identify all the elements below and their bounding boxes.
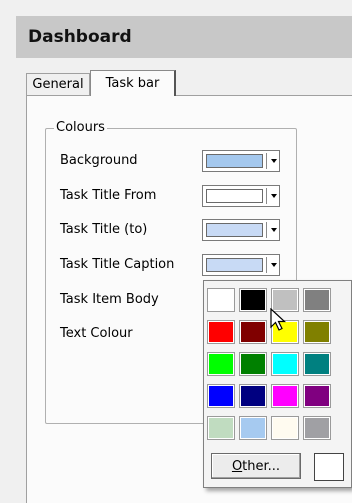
mouse-pointer-icon (270, 308, 287, 331)
palette-colour-cell[interactable] (239, 384, 267, 408)
tab-general[interactable]: General (26, 73, 90, 95)
combo-separator (266, 222, 267, 238)
colour-swatch (206, 258, 263, 272)
colour-swatch (206, 189, 263, 203)
dropdown-arrow-icon[interactable] (269, 188, 279, 204)
palette-colour-cell[interactable] (271, 384, 299, 408)
colour-combo[interactable] (202, 150, 280, 172)
colour-swatch (206, 154, 263, 168)
palette-colour-cell[interactable] (239, 320, 267, 344)
palette-colour-cell[interactable] (207, 352, 235, 376)
colour-swatch (206, 223, 263, 237)
other-colour-button[interactable]: Other... (211, 453, 301, 479)
other-button-accelerator: O (231, 458, 243, 474)
combo-separator (266, 188, 267, 204)
dropdown-arrow-icon[interactable] (269, 222, 279, 238)
colour-row-label: Text Colour (60, 326, 133, 341)
tab-strip: General Task bar (26, 70, 346, 96)
colours-group-title: Colours (54, 120, 107, 135)
colour-row-label: Task Title (to) (60, 222, 148, 237)
palette-colour-cell[interactable] (271, 352, 299, 376)
colour-combo[interactable] (202, 254, 280, 276)
tab-task-bar-label: Task bar (105, 76, 160, 91)
dropdown-arrow-icon[interactable] (269, 257, 279, 273)
combo-separator (266, 257, 267, 273)
combo-separator (266, 153, 267, 169)
colour-row-label: Task Item Body (60, 292, 159, 307)
palette-colour-cell[interactable] (303, 384, 331, 408)
palette-colour-cell[interactable] (271, 416, 299, 440)
palette-colour-cell[interactable] (207, 416, 235, 440)
palette-colour-cell[interactable] (303, 352, 331, 376)
palette-colour-cell[interactable] (239, 416, 267, 440)
palette-colour-cell[interactable] (207, 288, 235, 312)
palette-colour-cell[interactable] (207, 384, 235, 408)
colour-row-label: Task Title From (60, 188, 157, 203)
custom-colour-preview (314, 453, 344, 481)
tab-task-bar[interactable]: Task bar (90, 70, 176, 96)
colour-row-label: Task Title Caption (60, 257, 175, 272)
palette-colour-cell[interactable] (239, 352, 267, 376)
palette-colour-cell[interactable] (303, 288, 331, 312)
colour-combo[interactable] (202, 219, 280, 241)
palette-colour-cell[interactable] (303, 320, 331, 344)
palette-colour-cell[interactable] (239, 288, 267, 312)
colour-combo[interactable] (202, 185, 280, 207)
dashboard-title: Dashboard (28, 27, 132, 47)
settings-panel: General Task bar Colours Background Task … (16, 58, 352, 503)
palette-colour-cell[interactable] (207, 320, 235, 344)
dropdown-arrow-icon[interactable] (269, 153, 279, 169)
colour-row-label: Background (60, 153, 138, 168)
other-button-label: ther... (242, 458, 281, 474)
palette-colour-cell[interactable] (303, 416, 331, 440)
dashboard-header: Dashboard (16, 16, 352, 58)
tab-general-label: General (32, 77, 84, 92)
